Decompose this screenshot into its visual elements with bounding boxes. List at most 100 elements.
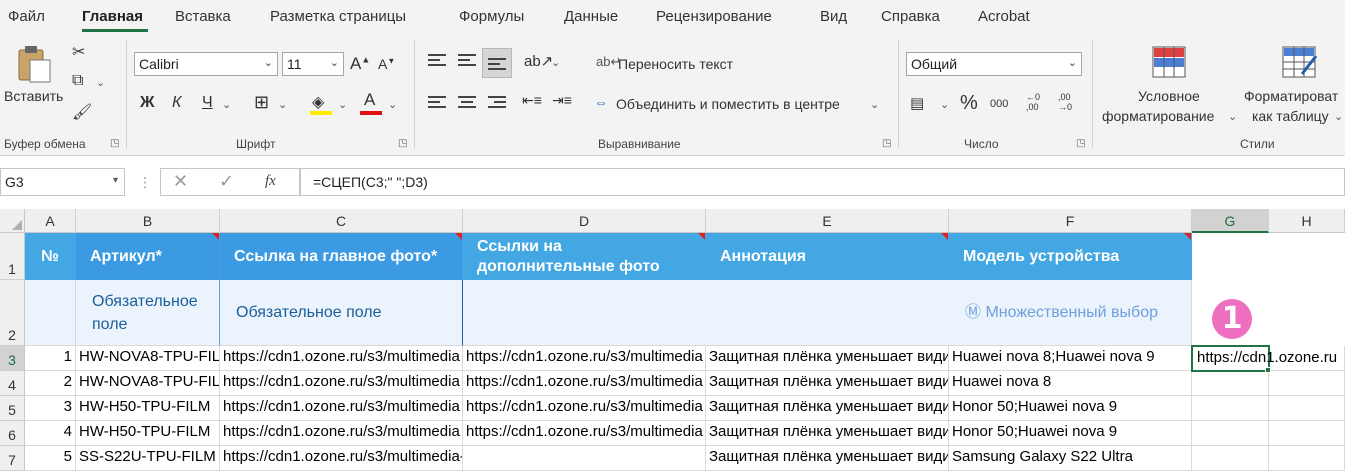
- header-cell-number[interactable]: №: [25, 233, 76, 280]
- format-painter-icon[interactable]: 🖌: [72, 102, 92, 122]
- header-cell-main-photo[interactable]: Ссылка на главное фото*: [220, 233, 463, 280]
- confirm-icon[interactable]: ✓: [219, 171, 234, 192]
- col-header-g[interactable]: G: [1192, 209, 1269, 233]
- font-color-dropdown-icon[interactable]: ⌄: [388, 98, 397, 111]
- cell-c7[interactable]: https://cdn1.ozone.ru/s3/multimedia-2/63…: [220, 446, 463, 471]
- tab-file[interactable]: Файл: [8, 8, 45, 25]
- underline-dropdown-icon[interactable]: ⌄: [222, 98, 231, 111]
- row-header-2[interactable]: 2: [0, 280, 25, 346]
- cell-g5[interactable]: [1192, 396, 1269, 421]
- grow-font-icon[interactable]: A▲: [350, 54, 370, 74]
- col-header-a[interactable]: A: [25, 209, 76, 233]
- required-cell-multiple-choice[interactable]: Ⓜ Множественный выбор: [949, 280, 1192, 346]
- cell-f5[interactable]: Honor 50;Huawei nova 9: [949, 396, 1192, 421]
- name-box[interactable]: G3 ▾: [0, 168, 125, 196]
- percent-button[interactable]: %: [960, 92, 978, 115]
- cell-c6[interactable]: https://cdn1.ozone.ru/s3/multimedia: [220, 421, 463, 446]
- currency-icon[interactable]: ▤: [910, 94, 924, 112]
- copy-dropdown-icon[interactable]: ⌄: [96, 76, 105, 89]
- tab-view[interactable]: Вид: [820, 8, 847, 25]
- col-header-c[interactable]: C: [220, 209, 463, 233]
- col-header-e[interactable]: E: [706, 209, 949, 233]
- cell-a5[interactable]: 3: [25, 396, 76, 421]
- row-header-6[interactable]: 6: [0, 421, 25, 446]
- orientation-dropdown-icon[interactable]: ⌄: [551, 56, 560, 69]
- row-header-3[interactable]: 3: [0, 346, 25, 371]
- clipboard-launcher-icon[interactable]: ◳: [110, 138, 119, 149]
- shrink-font-icon[interactable]: A▼: [378, 56, 395, 72]
- cell-e7[interactable]: Защитная плёнка уменьшает видимость: [706, 446, 949, 471]
- header-cell-article[interactable]: Артикул*: [76, 233, 220, 280]
- header-cell-extra-photos[interactable]: Ссылки на дополнительные фото: [463, 233, 706, 280]
- cell-d4[interactable]: https://cdn1.ozone.ru/s3/multimedia: [463, 371, 706, 396]
- italic-button[interactable]: К: [172, 94, 181, 112]
- required-cell-d[interactable]: [463, 280, 706, 346]
- decrease-decimal-button[interactable]: ,00 →0: [1058, 92, 1082, 112]
- merge-center-button[interactable]: Объединить и поместить в центре: [616, 96, 840, 112]
- borders-icon[interactable]: ⊞: [254, 92, 269, 113]
- font-size-select[interactable]: 11 ⌄: [282, 52, 344, 76]
- align-top-icon[interactable]: [428, 54, 446, 68]
- insert-function-icon[interactable]: fx: [265, 173, 276, 190]
- cell-e3[interactable]: Защитная плёнка уменьшает видимость: [706, 346, 949, 371]
- decrease-indent-icon[interactable]: ⇤≡: [522, 92, 542, 109]
- required-cell-article[interactable]: Обязательное поле: [76, 280, 220, 346]
- cell-g7[interactable]: [1192, 446, 1269, 471]
- cell-f4[interactable]: Huawei nova 8: [949, 371, 1192, 396]
- currency-dropdown-icon[interactable]: ⌄: [940, 98, 949, 111]
- font-name-select[interactable]: Calibri ⌄: [134, 52, 278, 76]
- underline-button[interactable]: Ч: [202, 94, 213, 112]
- cell-d6[interactable]: https://cdn1.ozone.ru/s3/multimedia: [463, 421, 706, 446]
- cell-e5[interactable]: Защитная плёнка уменьшает видимость: [706, 396, 949, 421]
- cell-h5[interactable]: [1269, 396, 1345, 421]
- cell-h7[interactable]: [1269, 446, 1345, 471]
- cell-f6[interactable]: Honor 50;Huawei nova 9: [949, 421, 1192, 446]
- align-bottom-icon[interactable]: [488, 58, 506, 72]
- row-header-5[interactable]: 5: [0, 396, 25, 421]
- align-left-icon[interactable]: [428, 96, 446, 110]
- cell-f3[interactable]: Huawei nova 8;Huawei nova 9: [949, 346, 1192, 371]
- align-right-icon[interactable]: [488, 96, 506, 110]
- tab-formulas[interactable]: Формулы: [459, 8, 524, 25]
- cell-d7[interactable]: [463, 446, 706, 471]
- tab-page-layout[interactable]: Разметка страницы: [270, 8, 406, 25]
- cell-a6[interactable]: 4: [25, 421, 76, 446]
- cell-b4[interactable]: HW-NOVA8-TPU-FILM: [76, 371, 220, 396]
- bold-button[interactable]: Ж: [140, 94, 154, 112]
- tab-help[interactable]: Справка: [881, 8, 940, 25]
- row-header-7[interactable]: 7: [0, 446, 25, 471]
- cell-b3[interactable]: HW-NOVA8-TPU-FILM: [76, 346, 220, 371]
- cell-d5[interactable]: https://cdn1.ozone.ru/s3/multimedia: [463, 396, 706, 421]
- row-header-1[interactable]: 1: [0, 233, 25, 280]
- required-cell-a[interactable]: [25, 280, 76, 346]
- thousands-button[interactable]: 000: [990, 98, 1008, 110]
- cell-b7[interactable]: SS-S22U-TPU-FILM: [76, 446, 220, 471]
- paste-button[interactable]: Вставить: [4, 42, 66, 116]
- alignment-launcher-icon[interactable]: ◳: [882, 138, 891, 149]
- header-cell-annotation[interactable]: Аннотация: [706, 233, 949, 280]
- font-color-icon[interactable]: A: [360, 90, 382, 116]
- copy-icon[interactable]: ⧉: [72, 72, 83, 90]
- cut-icon[interactable]: ✂: [72, 42, 85, 62]
- cell-g6[interactable]: [1192, 421, 1269, 446]
- active-cell-g3[interactable]: https://cdn1.ozone.ru: [1191, 345, 1337, 372]
- cell-b6[interactable]: HW-H50-TPU-FILM: [76, 421, 220, 446]
- cell-a4[interactable]: 2: [25, 371, 76, 396]
- cell-b5[interactable]: HW-H50-TPU-FILM: [76, 396, 220, 421]
- format-as-table-button[interactable]: Форматироват как таблицу ⌄: [1242, 44, 1345, 134]
- col-header-h[interactable]: H: [1269, 209, 1345, 233]
- drag-handle-icon[interactable]: ⋮: [138, 174, 152, 191]
- cell-c4[interactable]: https://cdn1.ozone.ru/s3/multimedia: [220, 371, 463, 396]
- required-cell-main-photo[interactable]: Обязательное поле: [220, 280, 463, 346]
- cell-f7[interactable]: Samsung Galaxy S22 Ultra: [949, 446, 1192, 471]
- fill-color-icon[interactable]: ◈: [310, 92, 332, 116]
- col-header-f[interactable]: F: [949, 209, 1192, 233]
- fill-handle[interactable]: [1265, 367, 1271, 373]
- cell-a7[interactable]: 5: [25, 446, 76, 471]
- cell-e6[interactable]: Защитная плёнка уменьшает видимость: [706, 421, 949, 446]
- fill-color-dropdown-icon[interactable]: ⌄: [338, 98, 347, 111]
- cancel-icon[interactable]: ✕: [173, 171, 188, 192]
- required-cell-e[interactable]: [706, 280, 949, 346]
- font-launcher-icon[interactable]: ◳: [398, 138, 407, 149]
- align-middle-icon[interactable]: [458, 54, 476, 68]
